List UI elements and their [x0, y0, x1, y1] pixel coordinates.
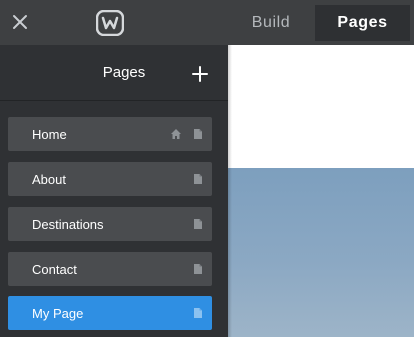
page-item-contact[interactable]: Contact	[8, 252, 212, 286]
page-label: Home	[32, 127, 67, 142]
pages-sidebar: Pages Home About Destinations Contact My…	[0, 45, 228, 337]
page-label: My Page	[32, 306, 84, 321]
sidebar-header: Pages	[0, 45, 228, 101]
top-bar: Build Pages	[0, 0, 414, 45]
page-icon	[194, 174, 202, 184]
plus-icon	[192, 66, 208, 82]
page-icon	[194, 129, 202, 139]
close-button[interactable]	[6, 8, 34, 36]
page-label: Destinations	[32, 217, 104, 232]
page-icon	[194, 264, 202, 274]
page-preview-canvas[interactable]	[228, 45, 414, 337]
page-icon	[194, 308, 202, 318]
home-icon	[171, 129, 181, 139]
page-item-my-page[interactable]: My Page	[8, 296, 212, 330]
page-label: About	[32, 172, 66, 187]
close-icon	[13, 15, 27, 29]
page-item-destinations[interactable]: Destinations	[8, 207, 212, 241]
page-item-home[interactable]: Home	[8, 117, 212, 151]
page-item-about[interactable]: About	[8, 162, 212, 196]
tab-build[interactable]: Build	[228, 5, 314, 41]
header-image	[228, 168, 414, 337]
page-label: Contact	[32, 262, 77, 277]
page-icon	[194, 219, 202, 229]
weebly-logo-icon	[95, 9, 125, 37]
sidebar-divider	[228, 45, 232, 337]
add-page-button[interactable]	[187, 61, 213, 87]
tab-pages[interactable]: Pages	[315, 5, 410, 41]
